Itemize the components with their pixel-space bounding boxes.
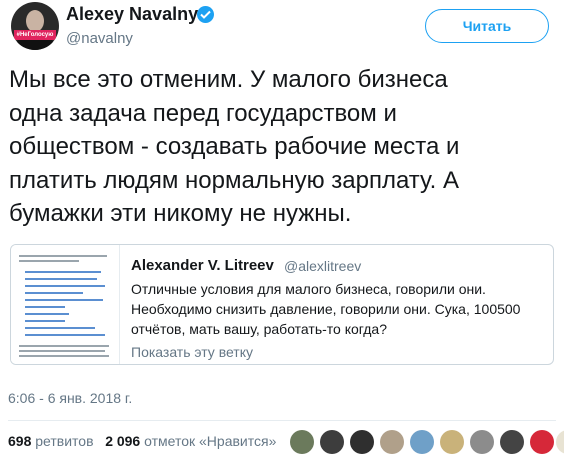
show-thread-link[interactable]: Показать эту ветку xyxy=(131,344,253,360)
liker-avatar[interactable] xyxy=(470,430,494,454)
thumbnail-link-line xyxy=(25,320,65,322)
retweets-count: 698 xyxy=(8,433,32,449)
quoted-tweet-thumbnail xyxy=(11,245,120,364)
thumbnail-text-line xyxy=(19,350,105,352)
tweet-stats: 698 ретвитов 2 096 отметок «Нравится» xyxy=(8,433,276,449)
thumbnail-link-line xyxy=(25,327,95,329)
retweets-label: ретвитов xyxy=(35,433,94,449)
likes-stat[interactable]: 2 096 отметок «Нравится» xyxy=(105,433,276,449)
retweets-stat[interactable]: 698 ретвитов xyxy=(8,433,94,449)
thumbnail-link-line xyxy=(25,285,105,287)
liker-avatar[interactable] xyxy=(440,430,464,454)
thumbnail-link-line xyxy=(25,306,65,308)
author-avatar[interactable]: #НеГолосую xyxy=(11,2,59,50)
avatar-face xyxy=(26,10,44,32)
thumbnail-link-line xyxy=(25,313,69,315)
thumbnail-text-line xyxy=(19,355,109,357)
liker-avatar[interactable] xyxy=(556,430,564,454)
thumbnail-text-line xyxy=(19,345,109,347)
author-name[interactable]: Alexey Navalny xyxy=(66,4,198,25)
verified-badge-icon xyxy=(197,6,214,23)
thumbnail-text-line xyxy=(19,260,79,262)
liker-avatar[interactable] xyxy=(410,430,434,454)
quoted-author-name[interactable]: Alexander V. Litreev xyxy=(131,257,274,274)
thumbnail-link-line xyxy=(25,292,83,294)
liker-avatar[interactable] xyxy=(530,430,554,454)
liker-avatar[interactable] xyxy=(380,430,404,454)
follow-button[interactable]: Читать xyxy=(425,9,549,43)
liker-avatar[interactable] xyxy=(500,430,524,454)
quoted-tweet-card[interactable]: Alexander V. Litreev @alexlitreev Отличн… xyxy=(10,244,554,365)
quoted-author-handle[interactable]: @alexlitreev xyxy=(284,258,361,274)
thumbnail-link-line xyxy=(25,278,97,280)
likes-count: 2 096 xyxy=(105,433,141,449)
likes-label: отметок «Нравится» xyxy=(144,433,277,449)
tweet-text: Мы все это отменим. У малого бизнеса одн… xyxy=(9,66,460,227)
thumbnail-link-line xyxy=(25,299,103,301)
liker-avatar[interactable] xyxy=(350,430,374,454)
quoted-tweet-text: Отличные условия для малого бизнеса, гов… xyxy=(131,281,521,337)
thumbnail-text-line xyxy=(19,255,107,257)
thumbnail-link-line xyxy=(25,334,105,336)
thumbnail-link-line xyxy=(25,271,101,273)
liker-avatar[interactable] xyxy=(290,430,314,454)
author-handle[interactable]: @navalny xyxy=(66,30,133,47)
avatar-hashtag-badge: #НеГолосую xyxy=(14,30,56,40)
tweet-timestamp[interactable]: 6:06 - 6 янв. 2018 г. xyxy=(8,390,132,406)
stats-divider xyxy=(8,420,556,421)
liker-avatar[interactable] xyxy=(320,430,344,454)
